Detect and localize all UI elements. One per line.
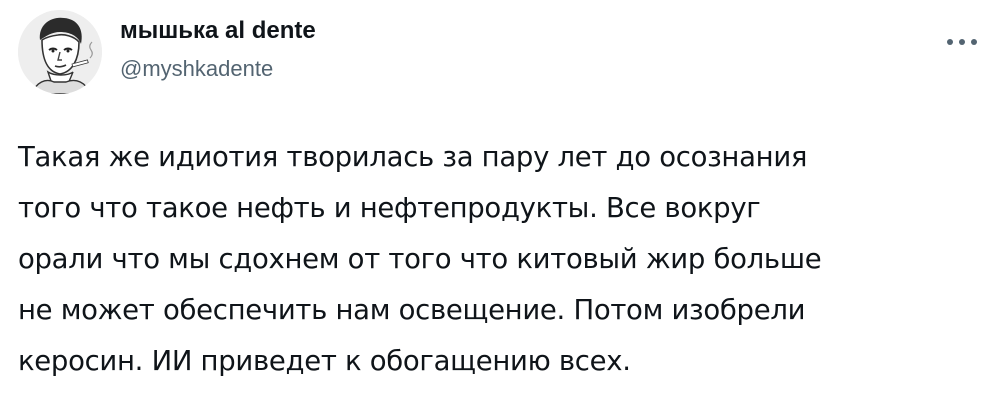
tweet-text-line: орали что мы сдохнем от того что китовый… <box>18 243 822 275</box>
tweet-text-line: не может обеспечить нам освещение. Потом… <box>18 294 806 326</box>
tweet-text-line: Такая же идиотия творилась за пару лет д… <box>18 141 808 173</box>
tweet-text-line: керосин. ИИ приведет к обогащению всех. <box>18 345 631 377</box>
author-names: мышька al dente @myshkadente <box>120 16 316 84</box>
tweet-header: мышька al dente @myshkadente <box>18 10 982 102</box>
tweet-text-line: того что такое нефть и нефтепродукты. Вс… <box>18 192 761 224</box>
display-name[interactable]: мышька al dente <box>120 16 316 46</box>
user-handle[interactable]: @myshkadente <box>120 54 316 84</box>
tweet-text: Такая же идиотия творилась за пару лет д… <box>18 132 978 387</box>
tweet-card: мышька al dente @myshkadente Такая же ид… <box>0 0 1000 409</box>
more-horizontal-icon <box>947 39 977 45</box>
avatar-portrait-image <box>18 10 102 94</box>
avatar[interactable] <box>18 10 102 94</box>
more-options-button[interactable] <box>942 28 982 56</box>
